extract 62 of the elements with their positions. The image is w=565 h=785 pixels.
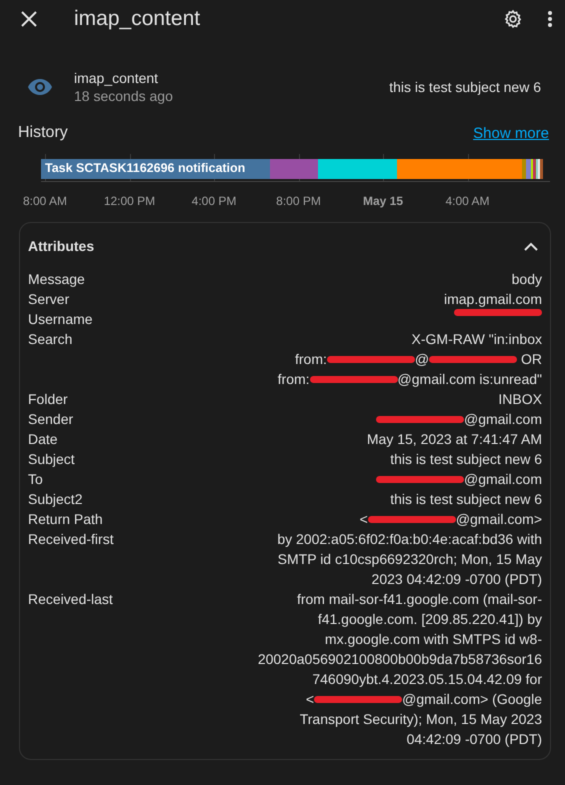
attribute-value: X-GM-RAW "in:inbox	[412, 330, 542, 349]
attribute-name: Received-first	[28, 530, 114, 549]
attribute-value: OR	[520, 350, 542, 369]
attribute-name: Folder	[28, 390, 68, 409]
attribute-value: 746090ybt.4.2023.05.15.04.42.09 for	[312, 670, 542, 689]
attribute-name: Date	[28, 430, 58, 449]
attribute-name: Return Path	[28, 510, 103, 529]
attribute-value: @gmail.com>	[456, 510, 542, 529]
attribute-name: Subject	[28, 450, 75, 469]
attribute-value: f41.google.com. [209.85.220.41]) by	[318, 610, 542, 629]
attribute-name: To	[28, 470, 43, 489]
attribute-name: Received-last	[28, 590, 113, 609]
attribute-value: INBOX	[498, 390, 542, 409]
show-more-link[interactable]: Show more	[473, 124, 549, 142]
axis-tick-label: 8:00 AM	[22, 194, 68, 208]
attribute-name: Search	[28, 330, 72, 349]
history-title: History	[18, 124, 68, 142]
attribute-value: @gmail.com is:unread"	[398, 370, 542, 389]
attribute-value: <	[306, 690, 314, 709]
axis-tick-label: May 15	[362, 194, 404, 208]
attribute-value: 04:42:09 -0700 (PDT)	[406, 730, 542, 749]
attribute-value: from:	[278, 370, 310, 389]
attribute-name: Message	[28, 270, 85, 289]
entity-name: imap_content	[74, 70, 160, 86]
attribute-name: Sender	[28, 410, 74, 429]
attribute-value: Transport Security); Mon, 15 May 2023	[300, 710, 542, 729]
axis-tick-label: 4:00 PM	[192, 194, 236, 208]
more-menu-button[interactable]	[547, 10, 553, 28]
attribute-value: from mail-sor-f41.google.com (mail-sor-	[296, 590, 542, 609]
attributes-title: Attributes	[28, 238, 94, 254]
attribute-name: Server	[28, 290, 70, 309]
attribute-value: May 15, 2023 at 7:41:47 AM	[366, 430, 542, 449]
attribute-value: <	[360, 510, 368, 529]
attribute-value: this is test subject new 6	[390, 490, 542, 509]
axis-tick-label: 8:00 PM	[276, 194, 321, 208]
attribute-value: @gmail.com> (Google	[402, 690, 542, 709]
attribute-value: mx.google.com with SMTPS id w8-	[324, 630, 542, 649]
axis-tick-label: 4:00 AM	[445, 194, 490, 208]
attribute-value: from:	[295, 350, 327, 369]
attribute-value: @gmail.com	[464, 410, 542, 429]
attribute-value: imap.gmail.com	[444, 290, 542, 309]
entity-state: this is test subject new 6	[389, 79, 541, 95]
timeline-segment[interactable]	[540, 159, 544, 179]
attribute-value: by 2002:a05:6f02:f0a:b0:4e:acaf:bd36 with	[277, 530, 542, 549]
timeline-segment[interactable]: Task SCTASK1162696 notification	[41, 159, 270, 179]
last-changed-time: 18 seconds ago	[74, 88, 174, 104]
attribute-value: this is test subject new 6	[390, 450, 542, 469]
axis-tick-label: 12:00 PM	[104, 194, 156, 208]
attribute-name: Username	[28, 310, 93, 329]
segment-label: Task SCTASK1162696 notification	[45, 161, 246, 175]
attribute-value: SMTP id c10csp6692320rch; Mon, 15 May	[278, 550, 542, 569]
dialog-title: imap_content	[74, 7, 202, 31]
attribute-value: 20020a056902100800b00b9da7b58736sor16	[258, 650, 542, 669]
attribute-value: body	[512, 270, 542, 289]
attribute-value: 2023 04:42:09 -0700 (PDT)	[372, 570, 542, 589]
attribute-value: @	[414, 350, 430, 369]
attribute-value: @gmail.com	[464, 470, 542, 489]
collapse-button[interactable]	[524, 242, 538, 250]
attribute-name: Subject2	[28, 490, 82, 509]
eye-icon	[28, 79, 52, 95]
settings-button[interactable]	[503, 9, 523, 29]
close-button[interactable]	[20, 10, 38, 28]
